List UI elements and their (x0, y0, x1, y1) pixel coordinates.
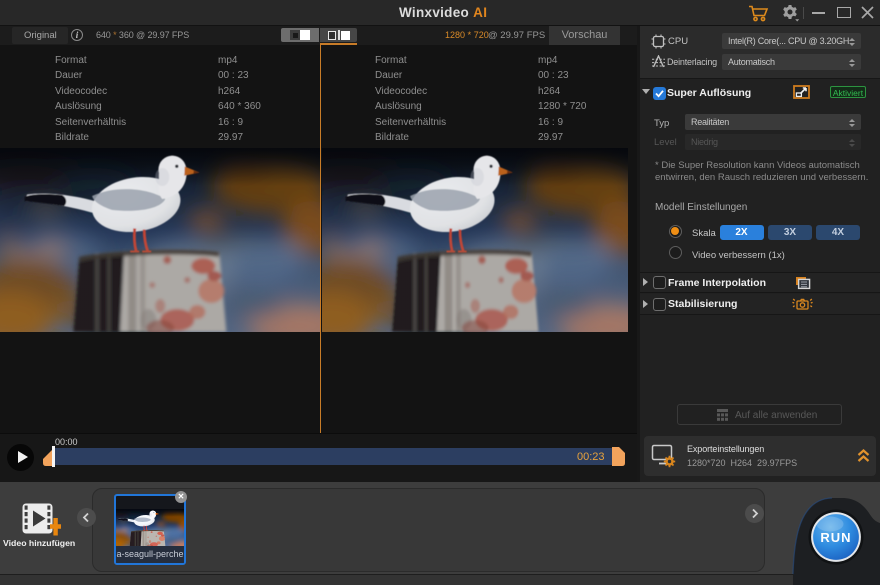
svg-text:RUN: RUN (820, 530, 851, 545)
